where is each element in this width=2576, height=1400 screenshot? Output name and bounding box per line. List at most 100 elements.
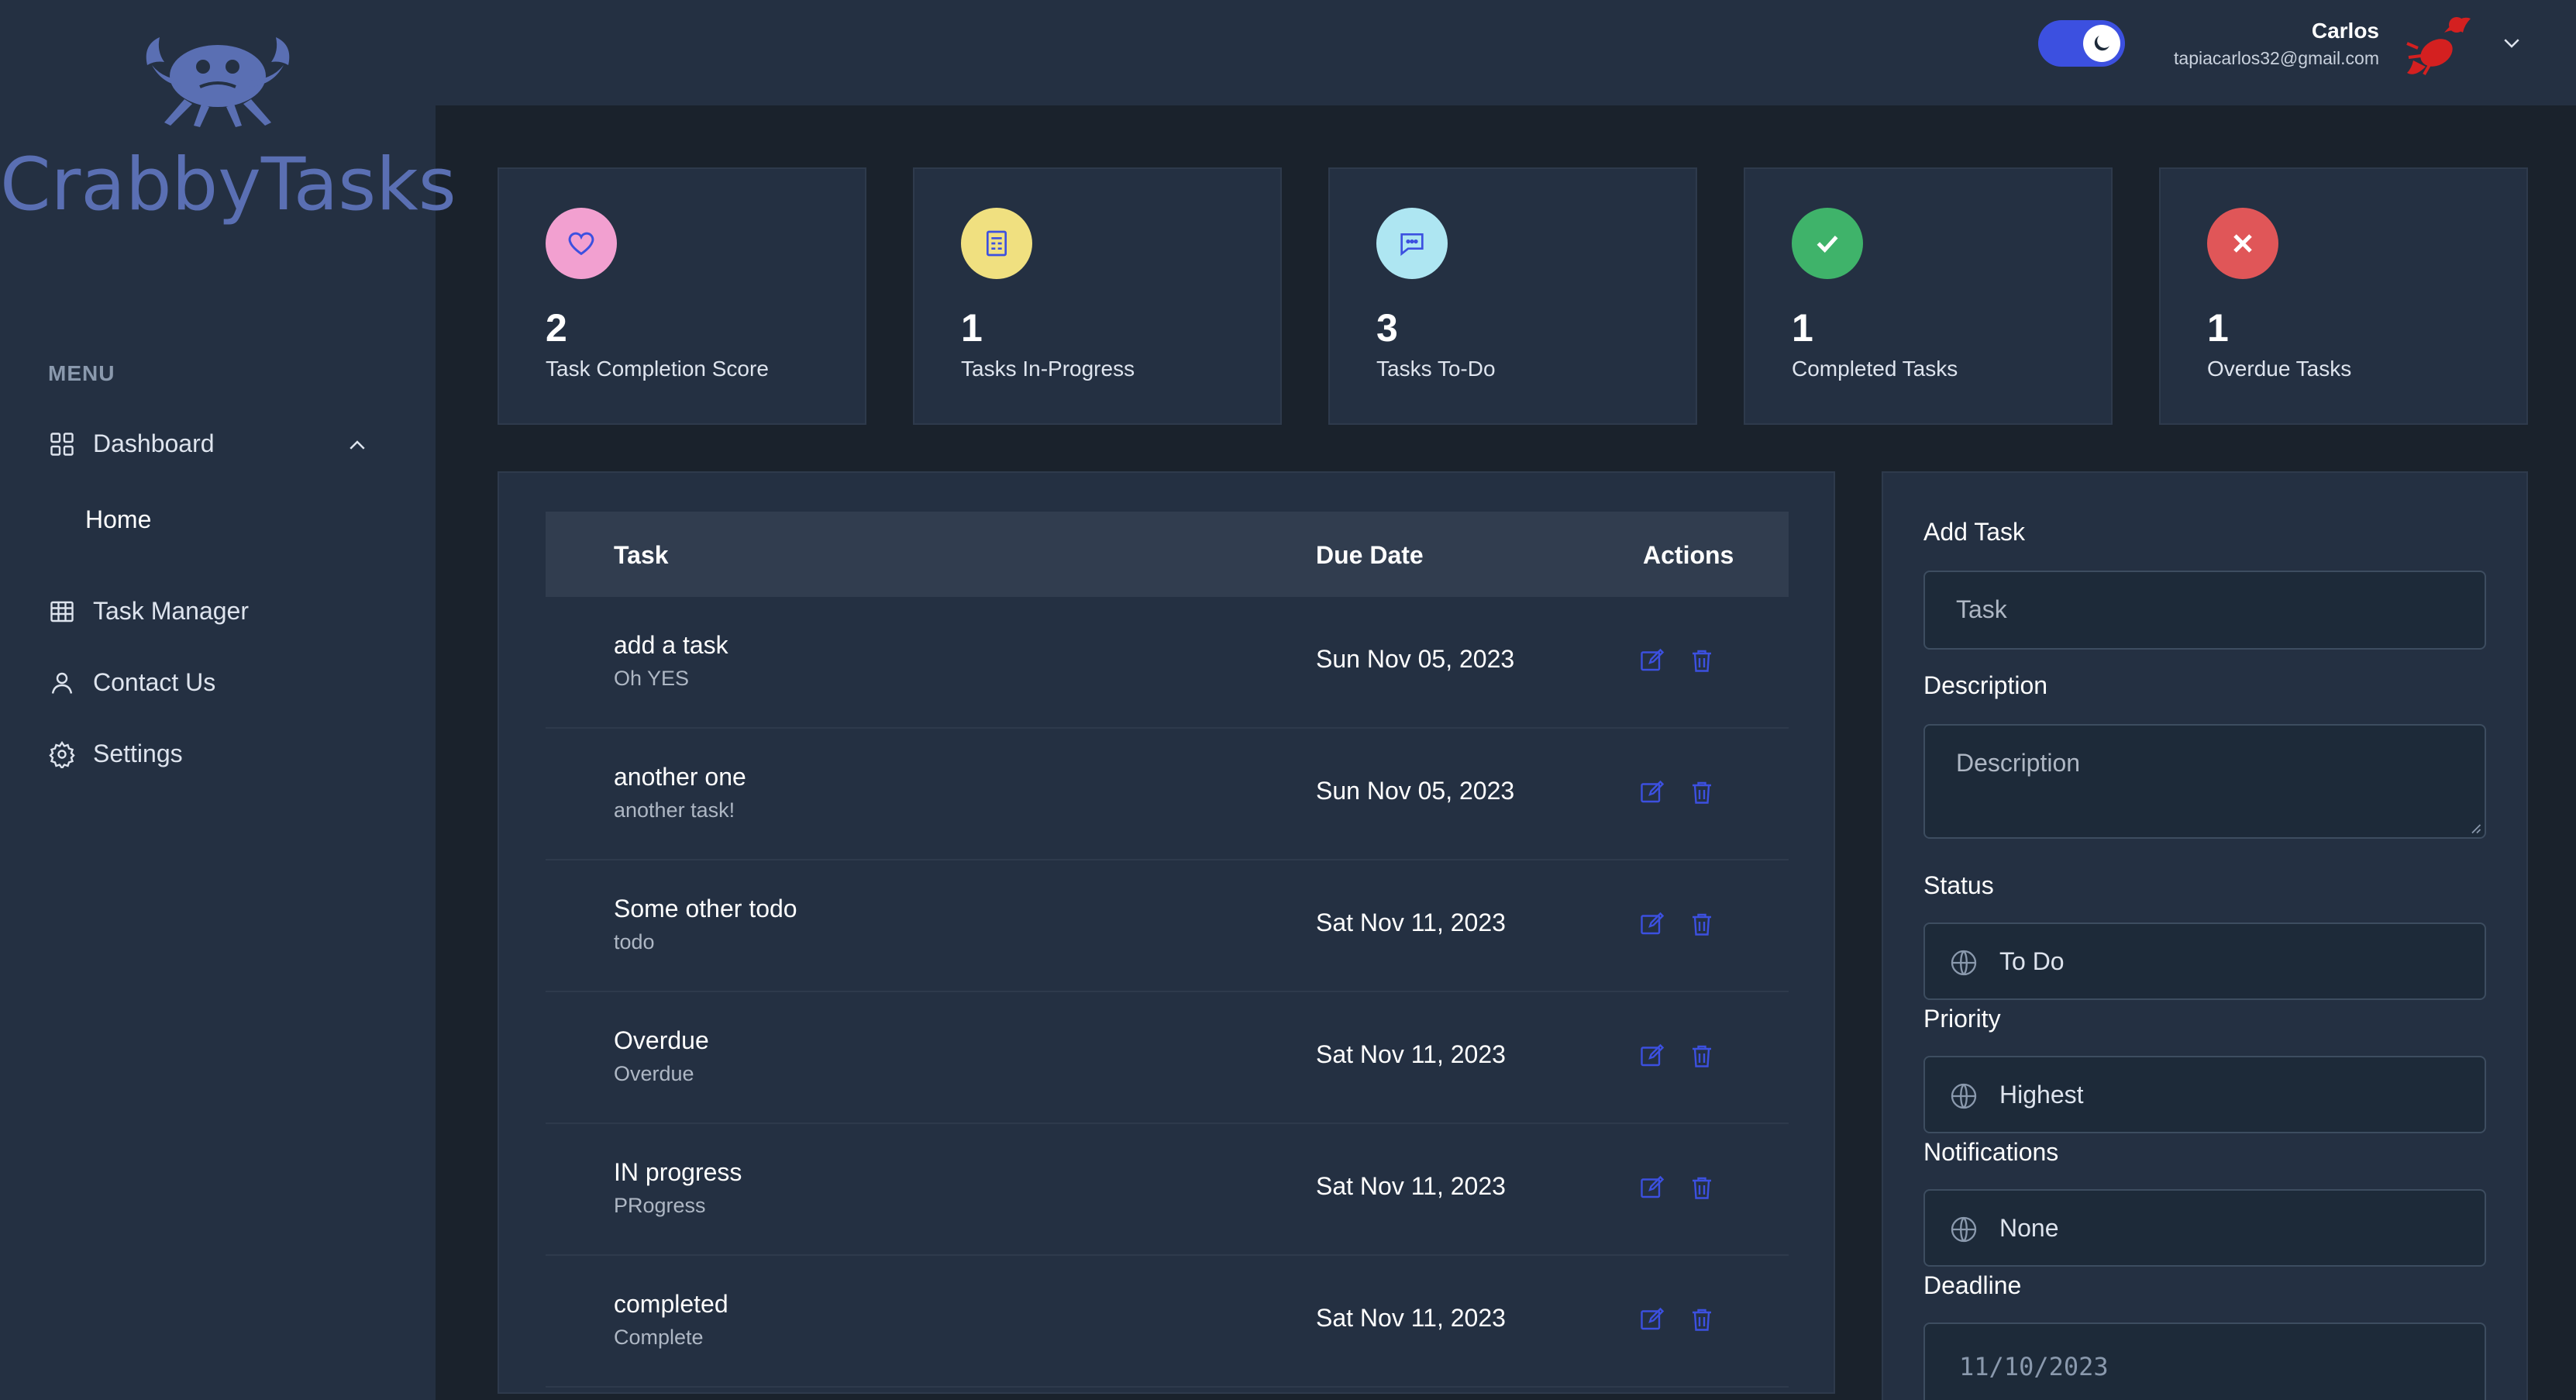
grid-icon [50, 432, 74, 456]
crab-logo-icon [146, 37, 290, 127]
toggle-knob [2083, 25, 2120, 62]
trash-icon[interactable] [1688, 910, 1716, 938]
notifications-value: None [1999, 1214, 2059, 1242]
globe-icon [1951, 1083, 1977, 1109]
status-value: To Do [1999, 947, 2065, 975]
edit-icon[interactable] [1638, 1305, 1666, 1333]
logo[interactable]: CrabbyTasks [0, 22, 456, 227]
task-description: another task! [614, 798, 735, 822]
task-description: todo [614, 930, 655, 953]
card-icon-bg [546, 208, 617, 279]
column-header-actions: Actions [1643, 541, 1734, 569]
dark-mode-toggle[interactable] [2038, 20, 2125, 67]
stat-card-completion-score: 2 Task Completion Score [498, 167, 866, 425]
trash-icon[interactable] [1688, 778, 1716, 806]
stat-label: Task Completion Score [546, 357, 769, 381]
brand-name: CrabbyTasks [0, 143, 456, 227]
menu-label: MENU [48, 361, 115, 385]
table-row: Overdue Overdue Sat Nov 11, 2023 [546, 992, 1789, 1124]
task-title: add a task [614, 631, 728, 659]
stat-card-overdue: 1 Overdue Tasks [2159, 167, 2528, 425]
sidebar-item-home[interactable]: Home [85, 505, 151, 534]
sidebar-item-label: Settings [93, 740, 183, 767]
task-due-date: Sat Nov 11, 2023 [1316, 1304, 1506, 1332]
task-title: Some other todo [614, 895, 797, 922]
priority-label: Priority [1923, 1005, 2001, 1033]
table-row: IN progress PRogress Sat Nov 11, 2023 [546, 1124, 1789, 1256]
table-row: add a task Oh YES Sun Nov 05, 2023 [546, 597, 1789, 729]
trash-icon[interactable] [1688, 647, 1716, 674]
description-textarea[interactable]: Description [1923, 724, 2486, 839]
task-due-date: Sat Nov 11, 2023 [1316, 1040, 1506, 1068]
user-icon [51, 672, 73, 694]
edit-icon[interactable] [1638, 647, 1666, 674]
task-title: Overdue [614, 1026, 709, 1054]
form-title: Add Task [1923, 518, 2026, 546]
sidebar-item-dashboard[interactable]: Dashboard [48, 429, 215, 458]
chat-icon [1400, 233, 1424, 257]
priority-value: Highest [1999, 1081, 2084, 1109]
table-row: another one another task! Sun Nov 05, 2023 [546, 729, 1789, 860]
x-icon [2233, 234, 2252, 253]
priority-select[interactable]: Highest [1923, 1056, 2486, 1133]
moon-icon [2094, 36, 2109, 51]
gear-icon [49, 740, 75, 768]
trash-icon[interactable] [1688, 1042, 1716, 1070]
chevron-down-icon[interactable] [2500, 31, 2523, 54]
sidebar-item-task-manager[interactable]: Task Manager [48, 597, 249, 626]
sidebar-item-settings[interactable]: Settings [48, 740, 183, 768]
stat-value: 2 [546, 306, 567, 350]
user-email[interactable]: tapiacarlos32@gmail.com [2174, 48, 2379, 69]
task-description: Overdue [614, 1062, 694, 1085]
stat-value: 3 [1376, 306, 1398, 350]
stat-card-completed: 1 Completed Tasks [1744, 167, 2113, 425]
globe-icon [1951, 1216, 1977, 1243]
edit-icon[interactable] [1638, 910, 1666, 938]
edit-icon[interactable] [1638, 1042, 1666, 1070]
notifications-select[interactable]: None [1923, 1189, 2486, 1267]
table-header: Task Due Date Actions [546, 512, 1789, 597]
description-placeholder: Description [1956, 749, 2081, 777]
add-task-form: Add Task Task Description Description St… [1882, 471, 2528, 1400]
task-input[interactable]: Task [1923, 571, 2486, 650]
task-title: completed [614, 1290, 728, 1318]
stat-card-in-progress: 1 Tasks In-Progress [913, 167, 1282, 425]
edit-icon[interactable] [1638, 778, 1666, 806]
stat-label: Tasks In-Progress [961, 357, 1135, 381]
sidebar-item-label: Dashboard [93, 429, 215, 457]
task-due-date: Sun Nov 05, 2023 [1316, 645, 1515, 673]
user-name[interactable]: Carlos [2312, 19, 2379, 43]
sidebar-item-contact-us[interactable]: Contact Us [48, 668, 215, 697]
task-placeholder: Task [1956, 595, 2007, 623]
column-header-due-date: Due Date [1316, 541, 1424, 569]
task-table-panel: Task Due Date Actions add a task Oh YES Su… [498, 471, 1835, 1394]
stat-value: 1 [1792, 306, 1813, 350]
column-header-task: Task [614, 541, 669, 569]
task-description: PRogress [614, 1194, 706, 1217]
task-description: Oh YES [614, 667, 690, 690]
resize-handle-icon[interactable] [2468, 820, 2481, 834]
task-due-date: Sat Nov 11, 2023 [1316, 909, 1506, 936]
stat-value: 1 [961, 306, 983, 350]
status-label: Status [1923, 871, 1994, 899]
description-label: Description [1923, 671, 2048, 699]
status-select[interactable]: To Do [1923, 922, 2486, 1000]
task-due-date: Sun Nov 05, 2023 [1316, 777, 1515, 805]
sidebar-item-label: Contact Us [93, 668, 216, 696]
stat-label: Overdue Tasks [2207, 357, 2352, 381]
calendar-table-icon [50, 601, 74, 622]
task-title: IN progress [614, 1158, 742, 1186]
edit-icon[interactable] [1638, 1174, 1666, 1202]
trash-icon[interactable] [1688, 1305, 1716, 1333]
table-row: completed Complete Sat Nov 11, 2023 [546, 1256, 1789, 1388]
deadline-label: Deadline [1923, 1271, 2022, 1299]
chevron-up-icon[interactable] [346, 434, 369, 457]
lobster-avatar-icon[interactable] [2402, 9, 2477, 79]
sidebar-item-label: Task Manager [93, 597, 249, 625]
stat-label: Tasks To-Do [1376, 357, 1496, 381]
deadline-date-input[interactable]: 11/10/2023 [1923, 1322, 2486, 1400]
stat-card-to-do: 3 Tasks To-Do [1328, 167, 1697, 425]
heart-icon [568, 232, 594, 256]
notifications-label: Notifications [1923, 1138, 2059, 1166]
trash-icon[interactable] [1688, 1174, 1716, 1202]
